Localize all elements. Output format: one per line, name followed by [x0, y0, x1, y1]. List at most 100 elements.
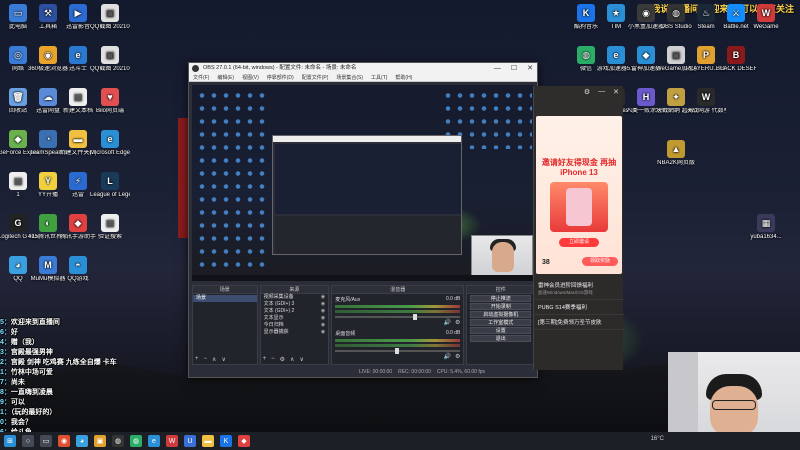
promo-panel[interactable]: ⚙ — ✕ 邀请好友得现金 再抽iPhone 13 立即邀请 38 领取奖励 雷… [533, 86, 624, 370]
desktop-icon[interactable]: W WeGame [746, 4, 786, 31]
source-item[interactable]: 今日归档 ◉ [261, 322, 329, 329]
obs-menu-item[interactable]: 帮助(H) [395, 74, 412, 81]
desktop-icon[interactable]: L League of Legends... [90, 172, 130, 199]
app-7-taskbar-icon[interactable]: W [166, 435, 178, 447]
obs-menu-item[interactable]: 编辑(E) [217, 74, 234, 81]
invite-button[interactable]: 立即邀请 [559, 238, 599, 247]
control-button[interactable]: 停止推流 [470, 295, 531, 302]
gear-icon[interactable]: ⚙ [455, 319, 460, 326]
app-1-taskbar-icon[interactable]: ◉ [58, 435, 70, 447]
tray-weather[interactable]: 16°C [651, 436, 664, 442]
obs-menu-item[interactable]: 视图(V) [242, 74, 259, 81]
control-button[interactable]: 启动虚拟摄像机 [470, 311, 531, 318]
volume-fader-knob[interactable] [395, 348, 400, 354]
scene-item[interactable]: 场景 [193, 295, 257, 302]
promo-settings-icon[interactable]: ⚙ [584, 88, 590, 96]
maximize-button[interactable]: ☐ [511, 63, 517, 74]
obs-menu-item[interactable]: 场景集合(S) [336, 74, 363, 81]
move-scene-down-button[interactable]: ∨ [221, 356, 225, 363]
desktop-icon[interactable]: e Microsoft Edge [90, 130, 130, 157]
obs-menu-item[interactable]: 工具(T) [371, 74, 387, 81]
close-button[interactable]: ✕ [527, 63, 533, 74]
obs-window[interactable]: OBS 27.0.1 (64-bit, windows) - 配置文件: 未命名… [188, 62, 538, 378]
promo-banner[interactable]: 邀请好友得现金 再抽iPhone 13 立即邀请 38 领取奖励 [536, 116, 622, 274]
desktop-icon[interactable]: B BLACK DESERT [716, 46, 756, 73]
promo-minimize-button[interactable]: — [598, 88, 605, 96]
add-source-button[interactable]: + [263, 356, 267, 363]
source-item[interactable]: 文本 (GDI+) 2 ◉ [261, 308, 329, 315]
app-8-taskbar-icon[interactable]: U [184, 435, 196, 447]
status-item: CPU: 5.4%, 60.00 fps [436, 369, 485, 375]
app-9-taskbar-icon[interactable]: ▬ [202, 435, 214, 447]
desktop-icon[interactable]: ▲ NBA2K网页版 [656, 140, 696, 167]
obs-title-bar[interactable]: OBS 27.0.1 (64-bit, windows) - 配置文件: 未命名… [189, 63, 537, 74]
desktop-app-icon: ▲ [667, 140, 685, 158]
desktop-icon[interactable]: ◓ QQ游戏 [58, 256, 98, 283]
promo-list-item[interactable]: 雷神会员进阶回馈福利 加速Windows/Mac/iOS游戏 [534, 278, 624, 300]
control-button[interactable]: 退出 [470, 335, 531, 342]
source-item[interactable]: 文本显示 ◉ [261, 315, 329, 322]
desktop-app-icon: ▣ [101, 4, 119, 22]
obs-menu-item[interactable]: 配置文件(P) [302, 74, 329, 81]
start-taskbar-icon[interactable]: ⊞ [4, 435, 16, 447]
search-taskbar-icon[interactable]: ○ [22, 435, 34, 447]
claim-reward-button[interactable]: 领取奖励 [582, 257, 618, 266]
volume-meter [335, 339, 461, 342]
desktop-icon[interactable]: ▤ 验证搜索 [90, 214, 130, 241]
desktop-icon[interactable]: ♥ Bilo网页端 [90, 88, 130, 115]
desktop-app-icon: L [101, 172, 119, 190]
gear-icon[interactable]: ⚙ [455, 353, 460, 360]
minimize-button[interactable]: — [494, 63, 501, 74]
desktop-app-icon: ◍ [667, 4, 685, 22]
speaker-icon[interactable]: 🔊 [444, 319, 451, 326]
volume-fader[interactable] [335, 348, 461, 354]
visibility-eye-icon[interactable]: ◉ [321, 308, 328, 315]
promo-close-button[interactable]: ✕ [613, 88, 619, 96]
visibility-eye-icon[interactable]: ◉ [321, 294, 328, 301]
source-item[interactable]: 显示器捕获 ◉ [261, 329, 329, 336]
move-source-up-button[interactable]: ∧ [290, 356, 294, 363]
move-source-down-button[interactable]: ∨ [299, 356, 303, 363]
add-scene-button[interactable]: + [195, 356, 199, 363]
desktop-icon[interactable]: ▦ yuba1634... [746, 214, 786, 241]
control-button[interactable]: 工作室模式 [470, 319, 531, 326]
move-scene-up-button[interactable]: ∧ [212, 356, 216, 363]
control-button[interactable]: 设置 [470, 327, 531, 334]
volume-fader[interactable] [335, 314, 461, 320]
visibility-eye-icon[interactable]: ◉ [321, 329, 328, 336]
promo-list-item[interactable]: PUBG S14赛季福利 [534, 300, 624, 315]
source-item[interactable]: 视频采集设备 ◉ [261, 294, 329, 301]
control-button[interactable]: 开始录制 [470, 303, 531, 310]
desktop-icon[interactable]: ▣ QQ截图 20210627... [90, 46, 130, 73]
app-5-taskbar-icon[interactable]: ◍ [130, 435, 142, 447]
source-settings-button[interactable]: ⚙ [280, 356, 285, 363]
task-view-taskbar-icon[interactable]: ▭ [40, 435, 52, 447]
app-10-taskbar-icon[interactable]: K [220, 435, 232, 447]
mixer-controls: 🔊 ⚙ [335, 353, 461, 360]
desktop-icon[interactable]: W 决战网游 代数季 [686, 88, 726, 115]
visibility-eye-icon[interactable]: ◉ [321, 315, 328, 322]
speaker-icon[interactable]: 🔊 [444, 353, 451, 360]
obs-preview-canvas[interactable] [192, 85, 535, 281]
volume-fader-knob[interactable] [412, 314, 417, 320]
remove-source-button[interactable]: − [271, 356, 275, 363]
obs-menu-item[interactable]: 停靠部件(D) [267, 74, 294, 81]
obs-taskbar-icon[interactable]: ◍ [112, 435, 124, 447]
app-11-taskbar-icon[interactable]: ◆ [238, 435, 250, 447]
visibility-eye-icon[interactable]: ◉ [321, 301, 328, 308]
source-name: 文本 (GDI+) 2 [263, 308, 295, 314]
app-6-taskbar-icon[interactable]: e [148, 435, 160, 447]
promo-list-item[interactable]: [第三期]免费领万圣节皮肤 [534, 315, 624, 330]
obs-menu-item[interactable]: 文件(F) [193, 74, 209, 81]
visibility-eye-icon[interactable]: ◉ [321, 322, 328, 329]
desktop-icon[interactable]: ▣ QQ截图 20210627... [90, 4, 130, 31]
app-2-taskbar-icon[interactable]: ◕ [76, 435, 88, 447]
desktop-app-icon: ◎ [9, 46, 27, 64]
desktop-app-icon: Y [39, 172, 57, 190]
mixer-channel: 麦克风/Aux 0.0 dB 🔊 ⚙ [332, 294, 463, 328]
nested-obs-title [273, 136, 461, 142]
chat-user: 7： [0, 379, 11, 386]
remove-scene-button[interactable]: − [204, 356, 208, 363]
app-3-taskbar-icon[interactable]: ▣ [94, 435, 106, 447]
source-item[interactable]: 文本 (GDI+) 3 ◉ [261, 301, 329, 308]
